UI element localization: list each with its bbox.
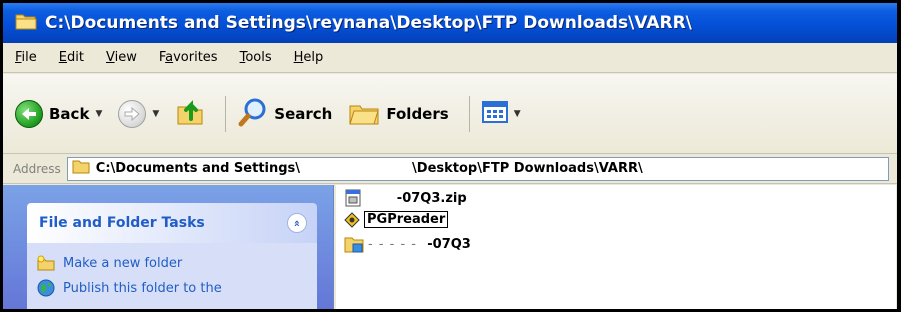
folders-button[interactable]: Folders	[348, 98, 449, 130]
redacted-text: - - - - -	[368, 236, 428, 252]
globe-icon	[37, 279, 55, 297]
toolbar-separator	[225, 95, 227, 132]
menu-tools[interactable]: Tools	[240, 50, 272, 65]
folder-icon	[72, 159, 90, 178]
file-name: -07Q3	[427, 236, 471, 252]
make-new-folder-label: Make a new folder	[63, 255, 183, 271]
address-label: Address	[13, 161, 61, 176]
address-path-start: C:\Documents and Settings\	[95, 161, 301, 176]
menu-favorites[interactable]: Favorites	[159, 50, 218, 65]
collapse-glyph: »	[290, 219, 304, 227]
search-label: Search	[274, 104, 333, 123]
menu-bar: File Edit View Favorites Tools Help	[3, 43, 897, 73]
back-button[interactable]: Back ▼	[15, 99, 102, 128]
menu-favorites-accel: a	[165, 50, 174, 65]
forward-button[interactable]: ▼	[118, 99, 159, 128]
menu-favorites-label: vorites	[173, 50, 218, 65]
views-button[interactable]: ▼	[481, 100, 521, 127]
new-folder-icon	[37, 255, 55, 271]
window-title: C:\Documents and Settings\reynana\Deskto…	[45, 13, 692, 33]
forward-dropdown-icon[interactable]: ▼	[152, 109, 159, 119]
folder-icon	[15, 12, 37, 34]
menu-edit-label: dit	[67, 50, 84, 65]
back-label: Back	[49, 104, 90, 123]
search-icon	[238, 97, 268, 131]
folder-icon	[344, 235, 364, 253]
make-new-folder-link[interactable]: Make a new folder	[37, 255, 307, 271]
menu-file-label: ile	[21, 50, 37, 65]
search-button[interactable]: Search	[238, 97, 332, 131]
address-input[interactable]: C:\Documents and Settings\ \Desktop\FTP …	[66, 156, 889, 181]
zip-file-icon	[344, 189, 362, 207]
menu-help-label: elp	[303, 50, 324, 65]
file-item-app[interactable]: PGPreader	[344, 211, 449, 228]
folders-label: Folders	[386, 104, 449, 123]
menu-view-label: iew	[114, 50, 137, 65]
file-folder-tasks-panel: File and Folder Tasks » Make a new folde…	[27, 203, 317, 309]
menu-edit-accel: E	[58, 50, 67, 65]
file-name: -07Q3.zip	[396, 190, 467, 206]
task-pane: File and Folder Tasks » Make a new folde…	[3, 185, 334, 309]
toolbar: Back ▼ ▼ Search Folders ▼	[3, 74, 897, 154]
up-folder-button[interactable]	[175, 97, 205, 131]
menu-help[interactable]: Help	[294, 50, 324, 65]
collapse-icon[interactable]: »	[287, 213, 307, 233]
redacted-text	[366, 191, 397, 206]
address-path-end: \Desktop\FTP Downloads\VARR\	[412, 161, 643, 176]
explorer-window: C:\Documents and Settings\reynana\Deskto…	[0, 0, 901, 312]
views-dropdown-icon[interactable]: ▼	[514, 109, 521, 119]
title-bar[interactable]: C:\Documents and Settings\reynana\Deskto…	[3, 3, 897, 43]
toolbar-separator	[468, 95, 470, 132]
forward-arrow-icon	[118, 99, 147, 128]
menu-tools-label: ools	[245, 50, 272, 65]
file-item-folder[interactable]: - - - - - -07Q3	[344, 235, 471, 253]
file-list: -07Q3.zip PGPreader - - - - - -07Q3	[336, 185, 896, 309]
app-icon	[344, 211, 360, 228]
menu-edit[interactable]: Edit	[59, 50, 84, 65]
task-panel-title: File and Folder Tasks	[39, 215, 205, 231]
up-folder-icon	[175, 97, 205, 131]
menu-file[interactable]: File	[15, 50, 37, 65]
back-dropdown-icon[interactable]: ▼	[95, 109, 102, 119]
task-panel-body: Make a new folder Publish this folder to…	[27, 243, 317, 309]
menu-view-accel: V	[105, 50, 115, 65]
rename-input[interactable]: PGPreader	[364, 211, 449, 228]
menu-help-accel: H	[293, 50, 304, 65]
publish-folder-link[interactable]: Publish this folder to the	[37, 279, 307, 297]
file-item-zip[interactable]: -07Q3.zip	[344, 189, 467, 207]
views-icon	[481, 100, 508, 127]
back-arrow-icon	[15, 99, 43, 128]
menu-view[interactable]: View	[106, 50, 137, 65]
address-bar: Address C:\Documents and Settings\ \Desk…	[3, 154, 897, 184]
publish-folder-label: Publish this folder to the	[63, 280, 222, 296]
folders-icon	[348, 98, 380, 130]
task-panel-header[interactable]: File and Folder Tasks »	[27, 203, 317, 243]
